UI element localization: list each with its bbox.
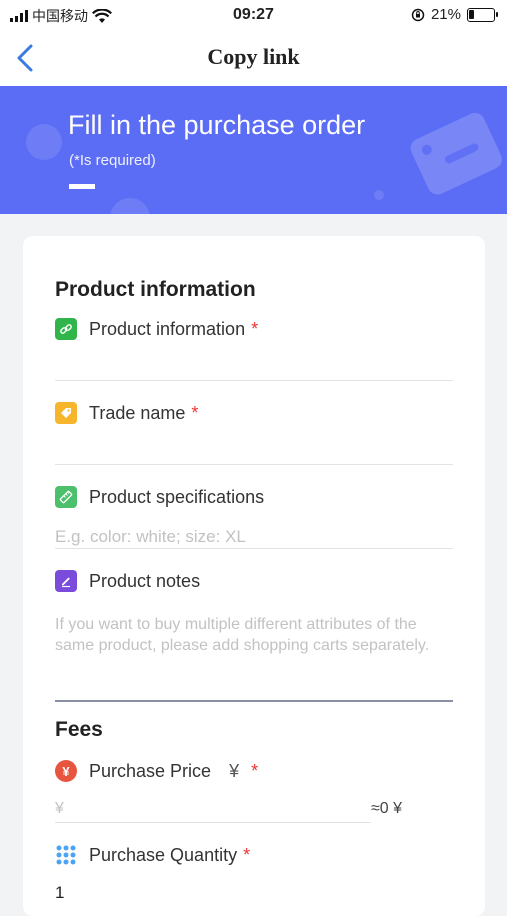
trade-name-label: Trade name * (55, 402, 198, 424)
banner-subtitle: (*Is required) (69, 152, 156, 169)
product-section-title: Product information (55, 278, 256, 301)
page-title: Copy link (207, 44, 300, 69)
tag-icon (55, 402, 77, 424)
divider (55, 548, 453, 549)
converted-price: ≈0 ¥ (371, 800, 403, 817)
purchase-price-input[interactable] (55, 796, 371, 822)
price-currency: ¥ (229, 760, 240, 781)
product-info-label-text: Product information (89, 318, 246, 339)
product-spec-label-text: Product specifications (89, 486, 265, 507)
banner-bubble (374, 190, 384, 200)
product-notes-label: Product notes (55, 570, 200, 592)
battery-percent: 21% (430, 6, 461, 23)
purchase-price-label: ¥ Purchase Price ¥ * (55, 760, 258, 782)
banner-bubble (110, 198, 150, 214)
divider (55, 464, 453, 465)
battery-icon (467, 7, 498, 22)
fees-section-title: Fees (55, 718, 103, 741)
ruler-icon (55, 486, 77, 508)
banner-indicator (69, 184, 95, 189)
required-mark: * (251, 760, 259, 781)
product-notes-label-text: Product notes (89, 570, 201, 591)
product-notes-input[interactable] (55, 614, 453, 686)
product-spec-input[interactable] (55, 524, 453, 550)
nav-bar: Copy link (0, 30, 507, 86)
product-info-label: Product information * (55, 318, 258, 340)
product-spec-label: Product specifications (55, 486, 264, 508)
grid-dots-icon (55, 844, 77, 866)
banner-bubble (26, 124, 62, 160)
purchase-form-card: Product information Product information *… (23, 236, 485, 916)
link-icon (55, 318, 77, 340)
battery-fill (469, 9, 474, 19)
trade-name-input[interactable] (55, 432, 453, 462)
divider (55, 380, 453, 381)
pen-icon (55, 570, 77, 592)
purchase-quantity-input[interactable] (55, 880, 453, 906)
header-banner: Fill in the purchase order (*Is required… (0, 86, 507, 214)
yen-icon: ¥ (55, 760, 77, 782)
divider (55, 822, 371, 823)
trade-name-label-text: Trade name (89, 402, 186, 423)
tag-decoration-icon (410, 112, 502, 195)
required-mark: * (243, 844, 251, 865)
purchase-price-label-text: Purchase Price (89, 760, 212, 781)
banner-title: Fill in the purchase order (68, 110, 366, 140)
status-bar: 中国移动 09:27 21% (0, 0, 507, 30)
product-info-input[interactable] (55, 348, 453, 378)
orientation-lock-icon (411, 8, 425, 21)
status-right: 21% (411, 6, 498, 23)
purchase-quantity-label-text: Purchase Quantity (89, 844, 238, 865)
required-mark: * (191, 402, 199, 423)
purchase-quantity-label: Purchase Quantity * (55, 844, 250, 866)
required-mark: * (251, 318, 259, 339)
section-divider (55, 700, 453, 702)
